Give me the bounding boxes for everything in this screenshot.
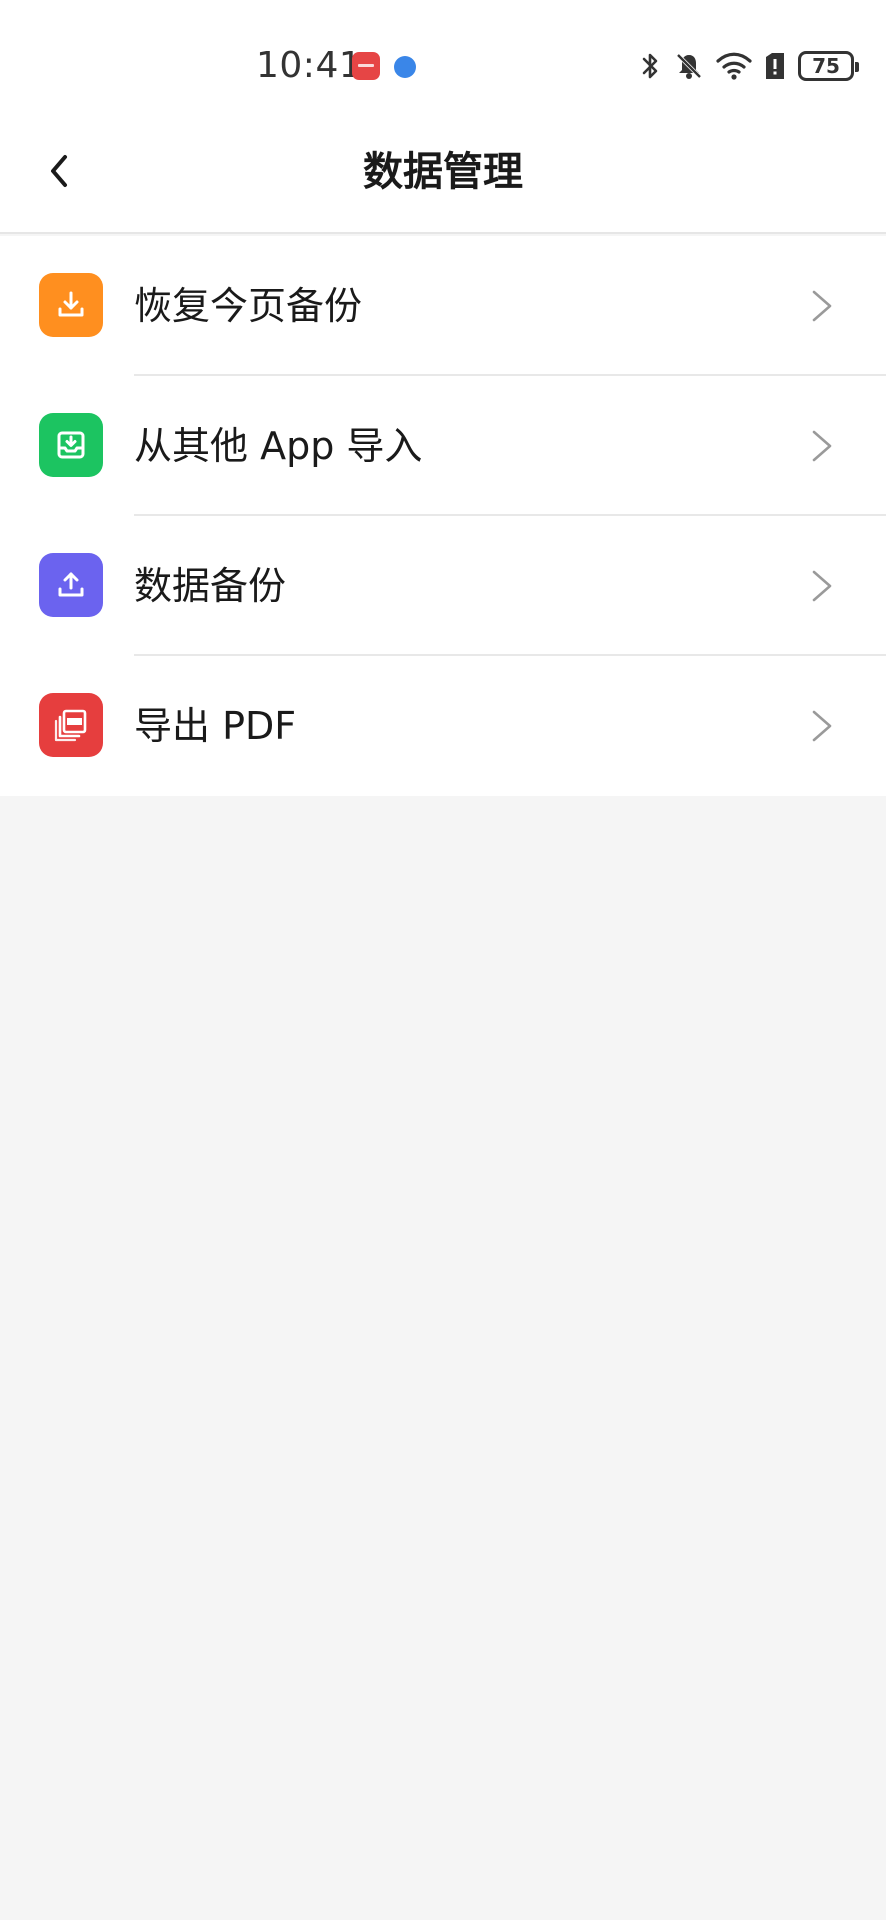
screen: 10:41 75 数据管理 恢复今页备份 从其他 App 导入 数据备份 导出 … [0, 0, 886, 1920]
menu-item-data-backup[interactable]: 数据备份 [0, 516, 886, 656]
app-store-notification-icon [352, 52, 380, 80]
chevron-right-icon [812, 430, 832, 462]
wifi-icon [716, 51, 752, 81]
menu-item-restore-backup[interactable]: 恢复今页备份 [0, 236, 886, 376]
upload-icon [39, 553, 103, 617]
chevron-right-icon [812, 570, 832, 602]
browser-notification-icon [394, 56, 416, 78]
mute-bell-icon [674, 51, 704, 81]
data-management-menu: 恢复今页备份 从其他 App 导入 数据备份 导出 PDF [0, 236, 886, 796]
pdf-icon [39, 693, 103, 757]
chevron-right-icon [812, 710, 832, 742]
bluetooth-icon [640, 51, 662, 81]
download-icon [39, 273, 103, 337]
battery-indicator: 75 [798, 51, 859, 81]
menu-item-label: 数据备份 [134, 564, 287, 608]
status-time: 10:41 [256, 45, 363, 86]
menu-item-label: 恢复今页备份 [134, 284, 363, 328]
top-app-bar: 数据管理 [0, 110, 886, 234]
menu-item-label: 从其他 App 导入 [134, 424, 423, 468]
page-title: 数据管理 [363, 149, 523, 195]
chevron-right-icon [812, 290, 832, 322]
import-icon [39, 413, 103, 477]
status-icons: 75 [640, 50, 859, 82]
menu-item-import-from-app[interactable]: 从其他 App 导入 [0, 376, 886, 516]
menu-item-export-pdf[interactable]: 导出 PDF [0, 656, 886, 796]
menu-item-label: 导出 PDF [134, 704, 297, 748]
sim-alert-icon [764, 51, 786, 81]
status-bar: 10:41 75 [0, 0, 886, 110]
